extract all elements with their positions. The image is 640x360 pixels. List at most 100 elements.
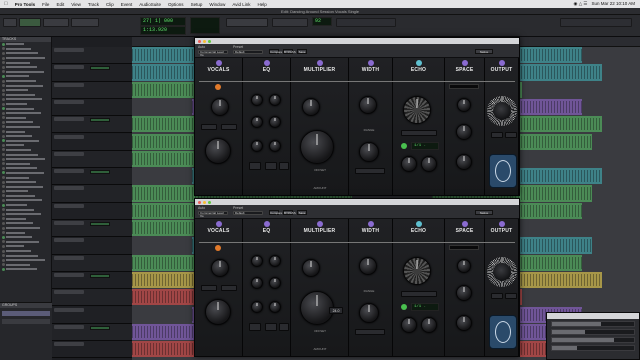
audio-clip[interactable]	[132, 289, 202, 306]
space-knob[interactable]	[457, 98, 471, 112]
menu-setup[interactable]: Setup	[191, 2, 203, 7]
close-icon[interactable]	[198, 39, 201, 43]
track-dot[interactable]	[2, 180, 5, 184]
eq-button[interactable]	[249, 323, 261, 331]
track-name-field[interactable]	[54, 65, 84, 70]
eq-button[interactable]	[279, 162, 289, 170]
track-name-field[interactable]	[54, 134, 84, 139]
track-dot[interactable]	[2, 111, 5, 115]
eq-knob[interactable]	[269, 94, 281, 106]
echo-mix-knob[interactable]	[421, 317, 437, 333]
preset-selector[interactable]: Default	[233, 211, 263, 215]
width-range-knob[interactable]	[359, 303, 379, 323]
vocals-amount-knob[interactable]	[205, 299, 231, 325]
tool-button[interactable]	[19, 18, 41, 27]
track-name-field[interactable]	[54, 186, 84, 191]
eq-knob[interactable]	[251, 140, 263, 152]
compare-button[interactable]: Compare	[269, 49, 282, 54]
track-name-field[interactable]	[54, 290, 84, 295]
track-dot[interactable]	[2, 176, 5, 180]
menu-event[interactable]: Event	[121, 2, 133, 7]
multiplier-small-knob[interactable]	[302, 98, 320, 116]
track-dot[interactable]	[2, 143, 5, 147]
eq-knob[interactable]	[269, 116, 281, 128]
track-dot[interactable]	[2, 79, 5, 83]
track-dot[interactable]	[2, 139, 5, 143]
track-dot[interactable]	[2, 88, 5, 92]
vocals-button[interactable]	[221, 285, 237, 291]
track-name-field[interactable]	[54, 99, 84, 104]
eq-knob[interactable]	[269, 255, 281, 267]
track-dot[interactable]	[2, 171, 5, 175]
sub-counter[interactable]: 1:13.920	[140, 26, 186, 35]
audio-clip[interactable]	[512, 168, 602, 185]
track-name-field[interactable]	[54, 82, 84, 87]
track-dot[interactable]	[2, 198, 5, 202]
width-knob[interactable]	[359, 257, 377, 275]
bypass-button[interactable]: BYPASS	[283, 210, 296, 215]
menu-file[interactable]: File	[42, 2, 49, 7]
echo-swirl-knob[interactable]	[403, 257, 431, 285]
track-selector[interactable]: Commercial Lead Vo	[198, 50, 228, 57]
track-dot[interactable]	[2, 84, 5, 88]
eq-knob[interactable]	[251, 255, 263, 267]
output-dial[interactable]	[487, 257, 517, 287]
insert-slot[interactable]	[90, 325, 110, 330]
track-dot[interactable]	[2, 162, 5, 166]
vocals-led[interactable]	[215, 245, 221, 251]
audio-clip[interactable]	[512, 47, 582, 64]
compare-button[interactable]: Compare	[269, 210, 282, 215]
audio-clip[interactable]	[132, 150, 202, 168]
echo-mix-knob[interactable]	[421, 156, 437, 172]
status-icons[interactable]: ◉ △ ☰	[574, 1, 588, 7]
multiplier-value[interactable]: 24.0	[329, 307, 343, 314]
preset-selector[interactable]: Default	[233, 50, 263, 54]
track-dot[interactable]	[2, 102, 5, 106]
echo-amount-bar[interactable]	[401, 291, 437, 297]
audio-clip[interactable]	[512, 116, 602, 133]
eq-knob[interactable]	[251, 94, 263, 106]
track-name-field[interactable]	[54, 342, 84, 347]
output-button[interactable]	[505, 132, 517, 138]
track-dot[interactable]	[2, 217, 5, 221]
track-dot[interactable]	[2, 130, 5, 134]
track-dot[interactable]	[2, 93, 5, 97]
menu-audiosuite[interactable]: AudioSuite	[139, 2, 161, 7]
menu-edit[interactable]: Edit	[56, 2, 64, 7]
zoom-icon[interactable]	[208, 200, 211, 204]
track-dot[interactable]	[2, 134, 5, 138]
track-dot[interactable]	[2, 212, 5, 216]
eq-knob[interactable]	[269, 277, 281, 289]
space-knob[interactable]	[456, 315, 472, 331]
floating-titlebar[interactable]	[547, 313, 639, 319]
track-dot[interactable]	[2, 116, 5, 120]
insert-slot[interactable]	[90, 66, 110, 71]
edit-tools[interactable]	[71, 18, 99, 27]
close-icon[interactable]	[198, 200, 201, 204]
insert-slot[interactable]	[90, 222, 110, 226]
eq-button[interactable]	[265, 162, 277, 170]
width-range-knob[interactable]	[359, 142, 379, 162]
track-dot[interactable]	[2, 231, 5, 235]
output-button[interactable]	[491, 293, 503, 299]
mode-button[interactable]	[3, 18, 17, 27]
track-dot[interactable]	[2, 47, 5, 51]
track-dot[interactable]	[2, 153, 5, 157]
width-mode-button[interactable]	[355, 168, 385, 174]
eq-button[interactable]	[265, 323, 277, 331]
track-name-field[interactable]	[54, 221, 84, 225]
tempo-display[interactable]: 92	[312, 17, 332, 26]
track-name-field[interactable]	[54, 117, 84, 122]
audio-clip[interactable]	[512, 202, 582, 219]
track-dot[interactable]	[2, 61, 5, 65]
track-dot[interactable]	[2, 65, 5, 69]
counter-options[interactable]	[336, 18, 396, 27]
mini-fader[interactable]	[551, 329, 635, 335]
track-dot[interactable]	[2, 70, 5, 74]
vocals-knob[interactable]	[211, 98, 229, 116]
track-dot[interactable]	[2, 56, 5, 60]
eq-knob[interactable]	[251, 301, 263, 313]
menu-clip[interactable]: Clip	[106, 2, 114, 7]
zoom-icon[interactable]	[208, 39, 211, 43]
grid-nudge[interactable]	[272, 18, 308, 27]
